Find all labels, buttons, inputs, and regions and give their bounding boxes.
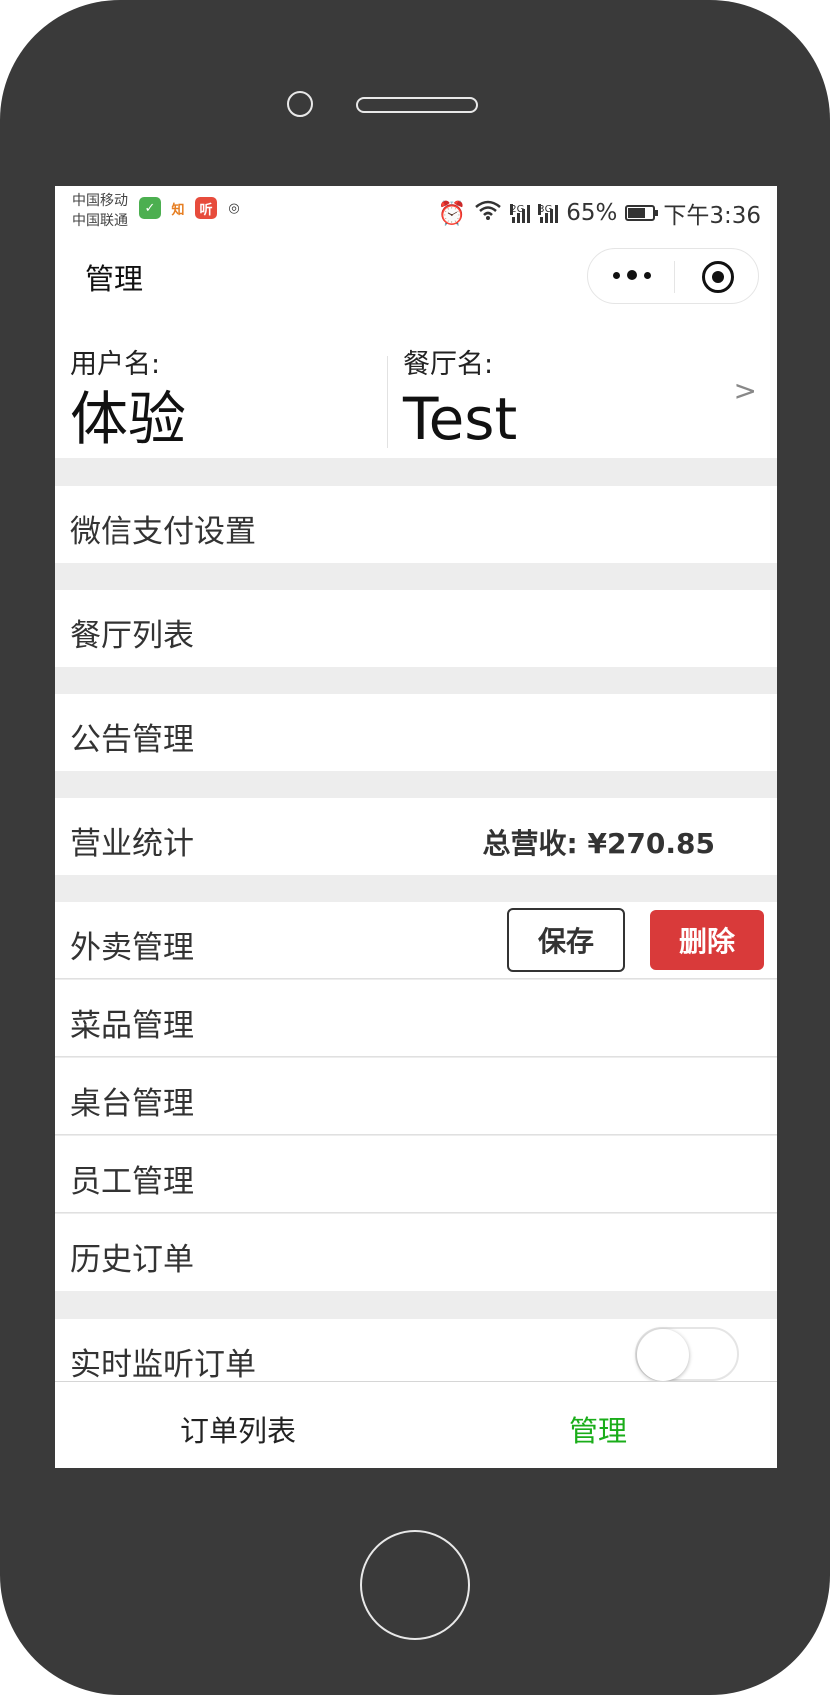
menu-item-label: 桌台管理 bbox=[70, 1086, 194, 1122]
signal-icon-1: 2G bbox=[510, 203, 531, 223]
menu-item-history-orders[interactable]: 历史订单 bbox=[55, 1214, 777, 1291]
toggle-knob bbox=[637, 1329, 689, 1381]
shield-check-icon: ✓ bbox=[139, 197, 161, 219]
live-monitor-toggle[interactable] bbox=[635, 1327, 739, 1381]
navigation-bar: 管理 bbox=[55, 236, 777, 304]
tab-orders[interactable]: 订单列表 bbox=[180, 1408, 296, 1450]
menu-item-label: 营业统计 bbox=[70, 826, 194, 862]
username-value: 体验 bbox=[70, 385, 187, 453]
menu-item-wechat-pay[interactable]: 微信支付设置 bbox=[55, 486, 777, 563]
menu-item-label: 菜品管理 bbox=[70, 1008, 194, 1044]
carrier-1: 中国移动 bbox=[72, 193, 128, 209]
delete-button[interactable]: 删除 bbox=[650, 910, 764, 970]
clock: 下午3:36 bbox=[663, 203, 761, 229]
signal-type-1: 2G bbox=[510, 204, 525, 215]
restaurant-value: Test bbox=[403, 385, 518, 453]
alarm-bell-icon: ◎ bbox=[223, 197, 245, 219]
manage-content: 用户名: 体验 餐厅名: Test > 微信支付设置 餐厅列表 公告管理 营业统… bbox=[55, 304, 777, 1381]
menu-item-label: 外卖管理 bbox=[70, 930, 194, 966]
speaker-grille bbox=[356, 97, 478, 113]
wifi-icon bbox=[474, 199, 502, 227]
home-button[interactable] bbox=[360, 1530, 470, 1640]
menu-item-restaurant-list[interactable]: 餐厅列表 bbox=[55, 590, 777, 667]
menu-item-dishes[interactable]: 菜品管理 bbox=[55, 980, 777, 1057]
camera-icon bbox=[287, 91, 313, 117]
menu-item-tables[interactable]: 桌台管理 bbox=[55, 1058, 777, 1135]
menu-item-label: 员工管理 bbox=[70, 1164, 194, 1200]
tab-bar: 订单列表 管理 bbox=[55, 1381, 777, 1468]
username-label: 用户名: bbox=[70, 349, 161, 380]
miniprogram-capsule bbox=[587, 248, 759, 304]
alarm-clock-icon: ⏰ bbox=[437, 200, 467, 227]
zhihu-icon: 知 bbox=[167, 197, 189, 219]
menu-item-announcement[interactable]: 公告管理 bbox=[55, 694, 777, 771]
phone-frame: 中国移动 中国联通 ✓ 知 听 ◎ ⏰ 2G 3G 65% 下午3:36 管理 … bbox=[0, 0, 830, 1695]
capsule-divider bbox=[674, 261, 675, 293]
menu-item-takeout[interactable]: 外卖管理 保存 删除 bbox=[55, 902, 777, 979]
menu-item-label: 微信支付设置 bbox=[70, 514, 256, 550]
page-title: 管理 bbox=[85, 262, 144, 296]
menu-item-business-stats[interactable]: 营业统计 总营收: ¥270.85 bbox=[55, 798, 777, 875]
listen-app-icon: 听 bbox=[195, 197, 217, 219]
carrier-2: 中国联通 bbox=[72, 213, 128, 229]
menu-item-label: 公告管理 bbox=[70, 722, 194, 758]
close-miniprogram-icon[interactable] bbox=[702, 261, 734, 293]
menu-item-live-monitor: 实时监听订单 bbox=[55, 1319, 777, 1381]
tab-manage[interactable]: 管理 bbox=[569, 1408, 627, 1450]
signal-icon-2: 3G bbox=[538, 203, 559, 223]
carrier-labels: 中国移动 中国联通 bbox=[72, 191, 128, 231]
total-revenue: 总营收: ¥270.85 bbox=[482, 827, 715, 860]
system-status: ⏰ 2G 3G 65% 下午3:36 bbox=[438, 196, 761, 230]
save-button[interactable]: 保存 bbox=[507, 908, 625, 972]
menu-item-label: 实时监听订单 bbox=[70, 1347, 256, 1381]
menu-item-staff[interactable]: 员工管理 bbox=[55, 1136, 777, 1213]
menu-item-label: 餐厅列表 bbox=[70, 618, 194, 654]
chevron-right-icon: > bbox=[733, 374, 757, 407]
username-section: 用户名: 体验 bbox=[55, 304, 387, 458]
screen: 中国移动 中国联通 ✓ 知 听 ◎ ⏰ 2G 3G 65% 下午3:36 管理 … bbox=[55, 186, 777, 1468]
restaurant-label: 餐厅名: bbox=[403, 349, 494, 380]
more-icon[interactable] bbox=[613, 263, 651, 287]
battery-percent: 65% bbox=[566, 200, 618, 226]
profile-card: 用户名: 体验 餐厅名: Test > bbox=[55, 304, 777, 458]
menu-item-label: 历史订单 bbox=[70, 1242, 194, 1278]
battery-icon bbox=[625, 205, 659, 221]
notification-icons: ✓ 知 听 ◎ bbox=[139, 197, 245, 219]
signal-type-2: 3G bbox=[538, 204, 553, 215]
status-bar: 中国移动 中国联通 ✓ 知 听 ◎ ⏰ 2G 3G 65% 下午3:36 bbox=[55, 186, 777, 236]
restaurant-section[interactable]: 餐厅名: Test > bbox=[388, 304, 777, 458]
